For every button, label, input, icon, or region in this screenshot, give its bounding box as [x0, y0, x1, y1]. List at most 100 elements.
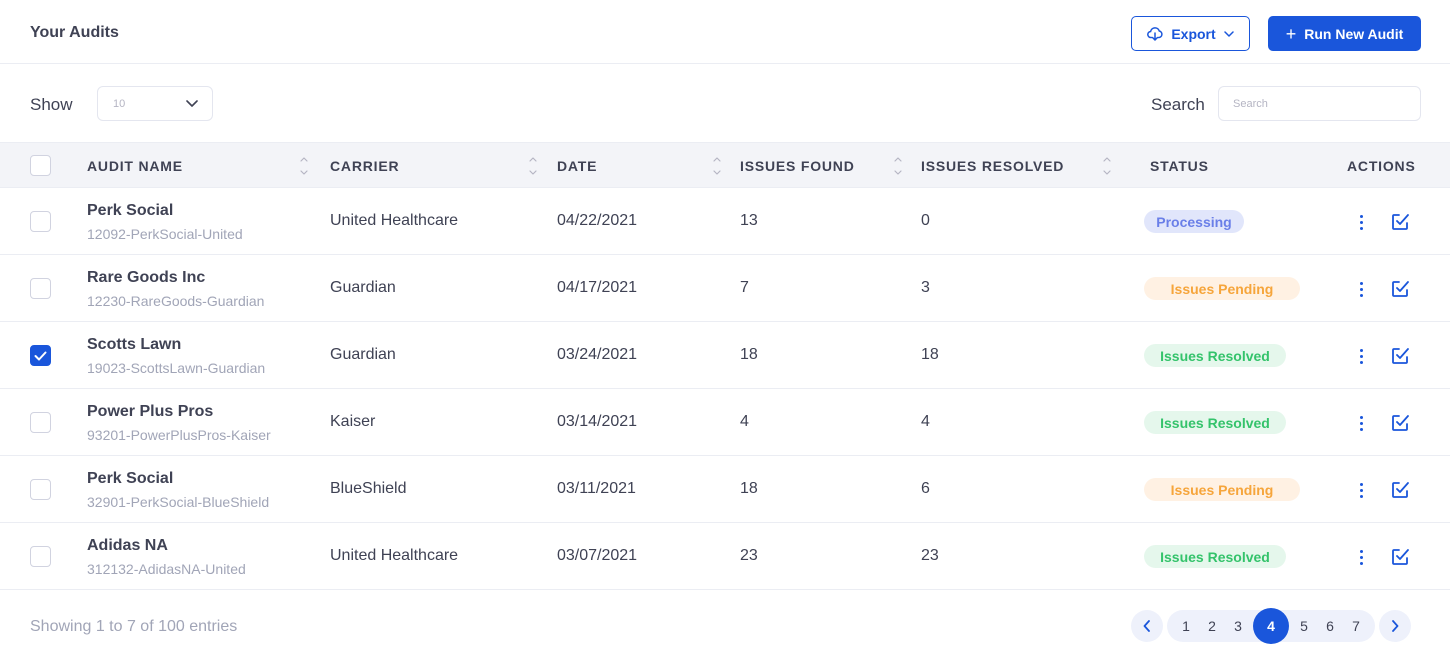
issues-resolved-cell: 0 — [921, 212, 930, 229]
edit-check-icon[interactable] — [1390, 346, 1410, 366]
issues-found-cell: 23 — [740, 547, 758, 564]
prev-page-button[interactable] — [1131, 610, 1163, 642]
row-checkbox[interactable] — [30, 345, 51, 366]
next-page-button[interactable] — [1379, 610, 1411, 642]
column-actions: ACTIONS — [1347, 158, 1416, 174]
date-cell: 03/24/2021 — [557, 346, 638, 363]
edit-check-icon[interactable] — [1390, 212, 1410, 232]
column-status: STATUS — [1150, 158, 1209, 174]
carrier-cell: Guardian — [330, 279, 396, 296]
status-badge: Issues Pending — [1144, 478, 1300, 501]
page-button-3[interactable]: 3 — [1225, 610, 1251, 642]
sort-icon[interactable] — [893, 153, 903, 179]
export-label: Export — [1171, 25, 1216, 42]
search-input[interactable] — [1218, 86, 1421, 121]
page-title: Your Audits — [30, 24, 119, 41]
audit-code: 93201-PowerPlusPros-Kaiser — [87, 427, 271, 443]
more-vertical-icon[interactable] — [1354, 279, 1368, 299]
status-badge: Issues Resolved — [1144, 411, 1286, 434]
column-date[interactable]: DATE — [557, 158, 597, 174]
date-cell: 03/14/2021 — [557, 413, 638, 430]
run-label: Run New Audit — [1304, 25, 1404, 42]
chevron-left-icon — [1143, 620, 1150, 632]
row-checkbox[interactable] — [30, 546, 51, 567]
column-issues-resolved[interactable]: ISSUES RESOLVED — [921, 158, 1064, 174]
edit-check-icon[interactable] — [1390, 413, 1410, 433]
more-vertical-icon[interactable] — [1354, 547, 1368, 567]
row-checkbox[interactable] — [30, 479, 51, 500]
issues-resolved-cell: 3 — [921, 279, 930, 296]
more-vertical-icon[interactable] — [1354, 480, 1368, 500]
select-all-checkbox[interactable] — [30, 155, 51, 176]
audit-name[interactable]: Perk Social — [87, 202, 173, 220]
issues-found-cell: 7 — [740, 279, 749, 296]
chevron-down-icon — [1223, 30, 1234, 37]
issues-found-cell: 18 — [740, 346, 758, 363]
chevron-right-icon — [1392, 620, 1399, 632]
carrier-cell: United Healthcare — [330, 212, 459, 229]
sort-icon[interactable] — [299, 153, 309, 179]
audit-code: 32901-PerkSocial-BlueShield — [87, 494, 270, 510]
issues-resolved-cell: 23 — [921, 547, 939, 564]
page-button-6[interactable]: 6 — [1317, 610, 1343, 642]
issues-found-cell: 13 — [740, 212, 758, 229]
check-icon — [34, 351, 47, 360]
audit-name[interactable]: Power Plus Pros — [87, 403, 213, 421]
audit-name[interactable]: Adidas NA — [87, 537, 168, 555]
date-cell: 04/17/2021 — [557, 279, 638, 296]
table-row: Power Plus Pros 93201-PowerPlusPros-Kais… — [0, 389, 1450, 456]
sort-icon[interactable] — [1102, 153, 1112, 179]
column-audit-name[interactable]: AUDIT NAME — [87, 158, 183, 174]
date-cell: 03/07/2021 — [557, 547, 638, 564]
table-row: Perk Social 12092-PerkSocial-United Unit… — [0, 188, 1450, 255]
page-size-select[interactable]: 10 — [97, 86, 213, 121]
carrier-cell: BlueShield — [330, 480, 407, 497]
edit-check-icon[interactable] — [1390, 279, 1410, 299]
issues-found-cell: 18 — [740, 480, 758, 497]
header-bar: Your Audits Export + Run New Audit — [0, 0, 1450, 64]
audit-name[interactable]: Scotts Lawn — [87, 336, 181, 354]
entries-summary: Showing 1 to 7 of 100 entries — [30, 618, 238, 635]
audit-code: 19023-ScottsLawn-Guardian — [87, 360, 266, 376]
cloud-download-icon — [1147, 26, 1163, 41]
table-row: Adidas NA 312132-AdidasNA-United United … — [0, 523, 1450, 590]
search-label: Search — [1151, 95, 1205, 114]
page-button-7[interactable]: 7 — [1343, 610, 1369, 642]
page-number-group: 1 2 3 4 5 6 7 — [1167, 608, 1375, 644]
run-new-audit-button[interactable]: + Run New Audit — [1268, 16, 1421, 51]
carrier-cell: Guardian — [330, 346, 396, 363]
audit-code: 12230-RareGoods-Guardian — [87, 293, 265, 309]
audit-name[interactable]: Perk Social — [87, 470, 173, 488]
audit-code: 312132-AdidasNA-United — [87, 561, 246, 577]
export-button[interactable]: Export — [1131, 16, 1250, 51]
status-badge: Issues Resolved — [1144, 344, 1286, 367]
more-vertical-icon[interactable] — [1354, 212, 1368, 232]
status-badge: Processing — [1144, 210, 1244, 233]
edit-check-icon[interactable] — [1390, 547, 1410, 567]
more-vertical-icon[interactable] — [1354, 413, 1368, 433]
audit-name[interactable]: Rare Goods Inc — [87, 269, 205, 287]
carrier-cell: United Healthcare — [330, 547, 459, 564]
row-checkbox[interactable] — [30, 278, 51, 299]
chevron-down-icon — [186, 98, 198, 110]
page-button-2[interactable]: 2 — [1199, 610, 1225, 642]
page-button-4[interactable]: 4 — [1253, 608, 1289, 644]
column-issues-found[interactable]: ISSUES FOUND — [740, 158, 855, 174]
page-size-value: 10 — [113, 97, 126, 110]
issues-resolved-cell: 18 — [921, 346, 939, 363]
date-cell: 04/22/2021 — [557, 212, 638, 229]
pagination: 1 2 3 4 5 6 7 — [1131, 608, 1411, 644]
more-vertical-icon[interactable] — [1354, 346, 1368, 366]
row-checkbox[interactable] — [30, 412, 51, 433]
row-checkbox[interactable] — [30, 211, 51, 232]
edit-check-icon[interactable] — [1390, 480, 1410, 500]
sort-icon[interactable] — [528, 153, 538, 179]
table-row: Rare Goods Inc 12230-RareGoods-Guardian … — [0, 255, 1450, 322]
sort-icon[interactable] — [712, 153, 722, 179]
show-label: Show — [30, 95, 73, 114]
table-row: Scotts Lawn 19023-ScottsLawn-Guardian Gu… — [0, 322, 1450, 389]
table-header: AUDIT NAME CARRIER DATE ISSUES FOUND ISS… — [0, 142, 1450, 188]
column-carrier[interactable]: CARRIER — [330, 158, 399, 174]
page-button-5[interactable]: 5 — [1291, 610, 1317, 642]
page-button-1[interactable]: 1 — [1173, 610, 1199, 642]
